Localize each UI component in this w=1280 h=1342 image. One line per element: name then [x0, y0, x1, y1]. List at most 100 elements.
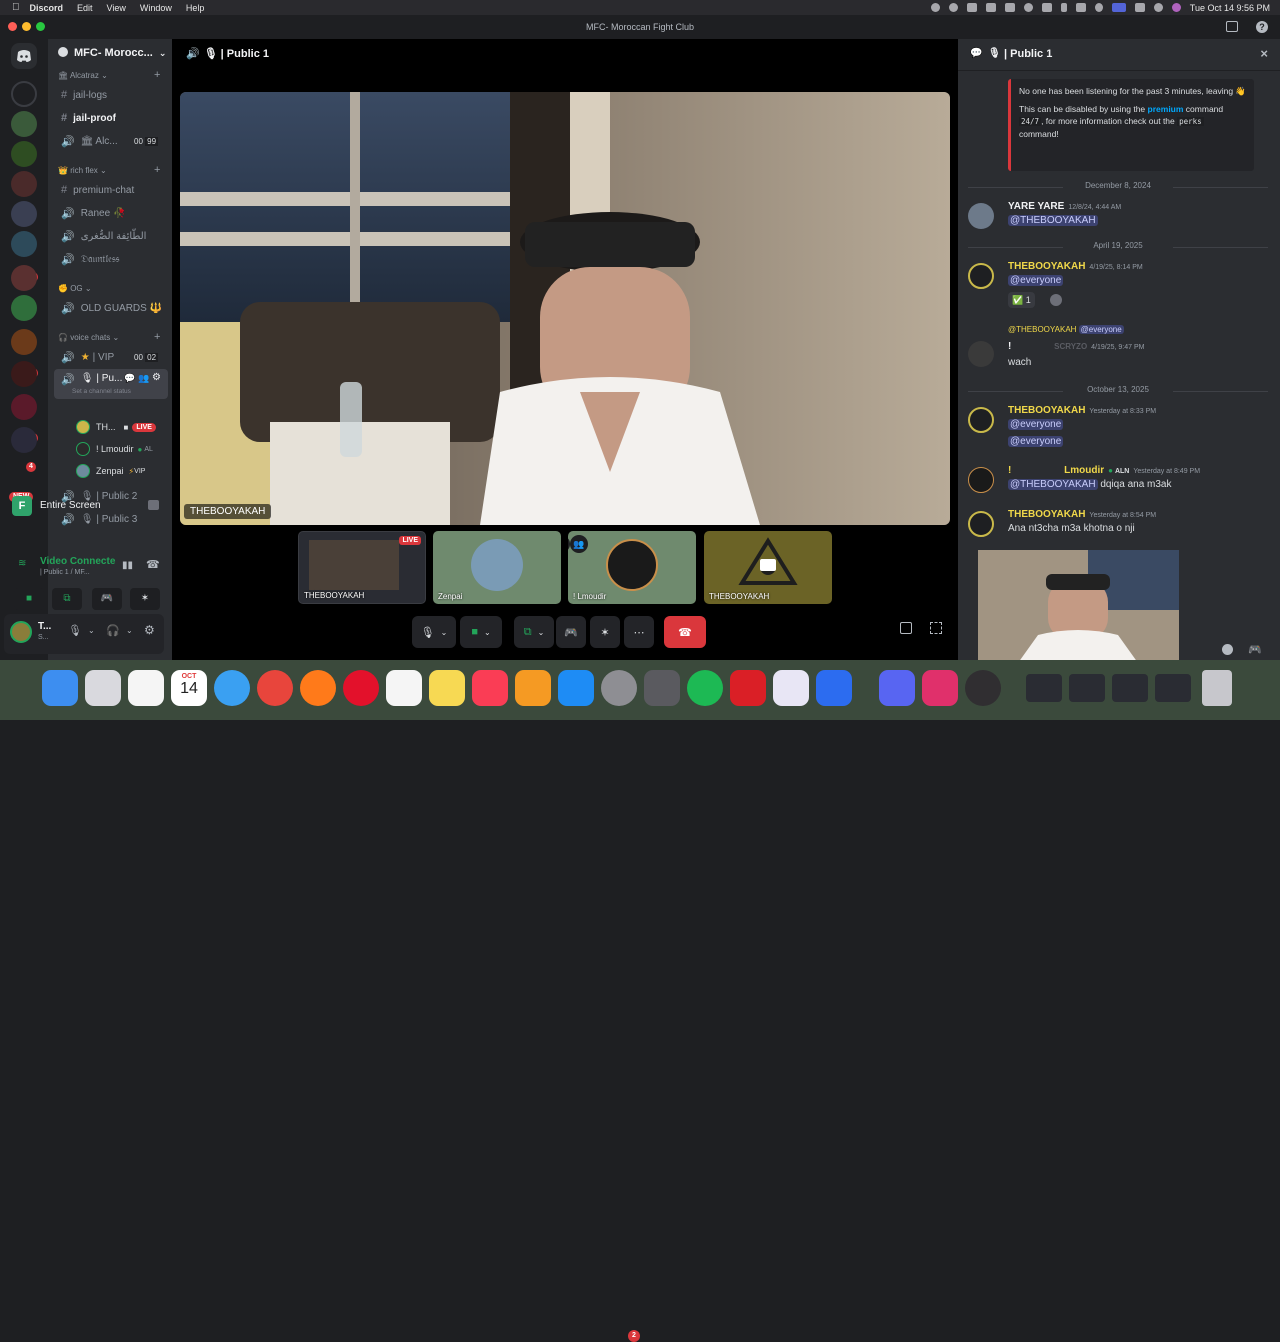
channel-jail-logs[interactable]: # jail-logs	[54, 85, 168, 105]
tile-thebooyakah-camera[interactable]: THEBOOYAKAH	[704, 531, 832, 604]
discord-home-icon[interactable]	[11, 43, 37, 69]
user-settings-gear-icon[interactable]: ⚙	[144, 623, 155, 637]
pop-out-icon[interactable]	[900, 622, 912, 634]
trash-icon[interactable]	[1202, 670, 1232, 706]
hazard-avatar[interactable]	[968, 263, 994, 289]
mention[interactable]: @THEBOOYAKAH	[1008, 479, 1098, 490]
status-wave-icon[interactable]	[1004, 3, 1015, 12]
server-icon-3[interactable]	[11, 141, 37, 167]
mention[interactable]: @everyone	[1008, 275, 1064, 286]
category-voice-chats[interactable]: 🎧 voice chats ⌄	[58, 333, 119, 342]
camera-button[interactable]: ■ ⌄	[460, 616, 502, 648]
apple-menu-icon[interactable]: 	[12, 2, 20, 13]
voice-channel-public-1[interactable]: 🔊 🎙 | Pu... Set a channel status 💬 👥 ⚙	[54, 369, 168, 399]
voice-channel-taifa[interactable]: 🔊 الطّائِفة الصُّغرى	[54, 226, 168, 246]
reminders-icon[interactable]	[386, 670, 422, 706]
voice-channel-dauntless[interactable]: 🔊 𝔇𝔞𝔲𝔫𝔱𝔩𝔢𝔰𝔰	[54, 249, 168, 269]
server-icon-2[interactable]	[11, 111, 37, 137]
control-center-icon[interactable]	[1134, 3, 1145, 12]
app-store-icon[interactable]	[558, 670, 594, 706]
server-icon-1[interactable]	[11, 81, 37, 107]
launchpad-icon[interactable]	[85, 670, 121, 706]
server-icon-6[interactable]	[11, 231, 37, 257]
server-icon-11[interactable]	[11, 394, 37, 420]
bluetooth-icon[interactable]	[1060, 3, 1067, 12]
creative-cloud-icon[interactable]	[730, 670, 766, 706]
headphones-icon[interactable]: 🎧	[106, 624, 120, 637]
spotify-icon[interactable]	[687, 670, 723, 706]
avatar[interactable]	[968, 467, 994, 493]
siri-icon[interactable]	[1171, 3, 1181, 12]
voice-channel-ranee[interactable]: 🔊 Ranee 🥀	[54, 203, 168, 223]
server-icon-10[interactable]	[11, 361, 37, 387]
inbox-icon[interactable]	[1226, 21, 1238, 32]
close-window-button[interactable]	[8, 22, 17, 31]
tile-lmoudir[interactable]: ⌄ 👥 ! Lmoudir	[568, 531, 696, 604]
camera-toggle-button[interactable]: ■	[14, 588, 44, 610]
user-name[interactable]: T...	[38, 621, 51, 632]
obs-icon[interactable]	[965, 670, 1001, 706]
notes-icon[interactable]	[429, 670, 465, 706]
channel-jail-proof[interactable]: # jail-proof	[54, 108, 168, 128]
server-icon-5[interactable]	[11, 201, 37, 227]
server-icon-12[interactable]	[11, 427, 37, 453]
status-cloud-icon[interactable]	[985, 3, 996, 12]
opera-icon[interactable]	[343, 670, 379, 706]
screen-share-toggle-button[interactable]: ⧉	[52, 588, 82, 610]
music-icon[interactable]	[472, 670, 508, 706]
recent-window-4[interactable]	[1155, 674, 1191, 702]
add-channel-icon[interactable]: +	[154, 164, 160, 176]
add-channel-icon[interactable]: +	[154, 331, 160, 343]
category-rich-flex[interactable]: 👑 rich flex ⌄	[58, 166, 107, 175]
server-icon-9[interactable]	[11, 329, 37, 355]
mention[interactable]: @everyone	[1008, 436, 1064, 447]
voice-channel-vip[interactable]: 🔊 ★ | VIP 00 02	[54, 347, 168, 367]
tile-thebooyakah-stream[interactable]: LIVE THEBOOYAKAH	[298, 531, 426, 604]
firefox-icon[interactable]	[300, 670, 336, 706]
status-headphones-icon[interactable]	[966, 3, 977, 12]
calendar-icon[interactable]: OCT 14	[171, 670, 207, 706]
menu-edit[interactable]: Edit	[77, 3, 93, 13]
voice-channel-old-guards[interactable]: 🔊 OLD GUARDS 🔱	[54, 298, 168, 318]
emoji-icon[interactable]	[1222, 644, 1233, 655]
author-name[interactable]: ! SCRYZO 4/19/25, 9:47 PM	[1008, 341, 1145, 352]
status-grid-icon[interactable]	[1041, 3, 1052, 12]
chevron-down-icon[interactable]: ⌄	[126, 626, 133, 635]
category-alcatraz[interactable]: 🏛 Alcatraz ⌄	[58, 71, 108, 80]
user-avatar[interactable]	[10, 621, 32, 643]
self-camera-preview[interactable]	[978, 550, 1179, 663]
invite-icon[interactable]: 👥	[138, 373, 149, 384]
avatar[interactable]	[968, 203, 994, 229]
activities-button[interactable]: 🎮	[556, 616, 586, 648]
activities-button[interactable]: 🎮	[92, 588, 122, 610]
disconnect-button[interactable]: ☎	[664, 616, 706, 648]
author-name[interactable]: ! Lmoudir ● ALN Yesterday at 8:49 PM	[1008, 465, 1200, 476]
mute-button[interactable]: 🎙 ⌄	[412, 616, 456, 648]
author-name[interactable]: THEBOOYAKAH 4/19/25, 8:14 PM	[1008, 261, 1143, 272]
status-record-icon[interactable]	[930, 3, 940, 12]
safari-icon[interactable]	[214, 670, 250, 706]
status-play-icon[interactable]	[1023, 3, 1033, 12]
proton-vpn-icon[interactable]	[773, 670, 809, 706]
channel-status[interactable]: Set a channel status	[72, 388, 131, 395]
spotlight-icon[interactable]	[1094, 3, 1103, 12]
close-icon[interactable]: ×	[1260, 46, 1268, 61]
voice-channel-alcatraz[interactable]: 🔊 🏛 Alc... 00 99	[54, 131, 168, 151]
status-gear-icon[interactable]	[948, 3, 958, 12]
server-icon-8[interactable]	[11, 295, 37, 321]
recent-window-1[interactable]	[1026, 674, 1062, 702]
menu-help[interactable]: Help	[186, 3, 205, 13]
invite-icon[interactable]: 👥	[570, 535, 588, 553]
chat-bubble-icon[interactable]: 💬	[124, 373, 135, 384]
soundboard-button[interactable]: ✶	[130, 588, 160, 610]
picsart-icon[interactable]	[922, 670, 958, 706]
premium-link[interactable]: premium	[1148, 104, 1184, 114]
system-settings-icon[interactable]	[601, 670, 637, 706]
screen-share-status-icon[interactable]	[1111, 3, 1126, 12]
menubar-clock[interactable]: Tue Oct 14 9:56 PM	[1190, 3, 1270, 13]
gear-icon[interactable]: ⚙	[152, 372, 161, 383]
gamepad-icon[interactable]: 🎮	[1248, 643, 1262, 656]
hazard-avatar[interactable]	[968, 407, 994, 433]
author-name[interactable]: THEBOOYAKAH Yesterday at 8:33 PM	[1008, 405, 1156, 416]
main-video-stream[interactable]: THEBOOYAKAH	[180, 92, 950, 525]
